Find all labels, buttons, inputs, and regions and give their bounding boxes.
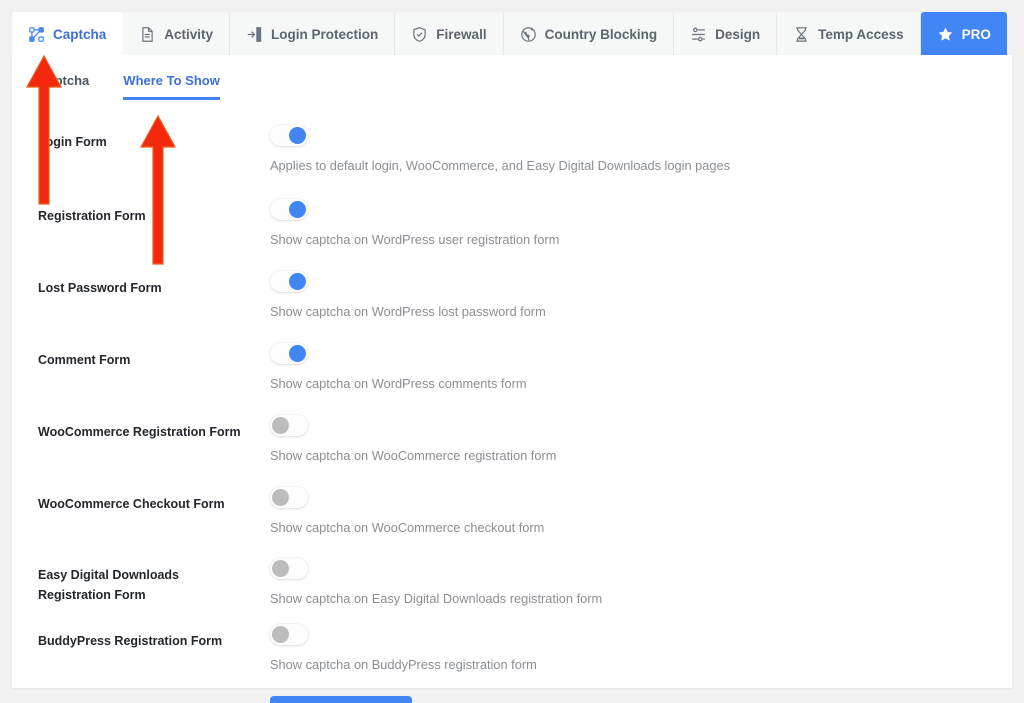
tab-label: Captcha — [53, 26, 107, 42]
setting-description: Show captcha on WooCommerce checkout for… — [270, 519, 545, 535]
tab-temp-access[interactable]: Temp Access — [777, 12, 921, 56]
setting-description: Show captcha on Easy Digital Downloads r… — [270, 591, 603, 607]
setting-description: Show captcha on WordPress user registrat… — [270, 231, 560, 247]
toggle-knob — [272, 560, 289, 578]
setting-control: Show captcha on WooCommerce registration… — [262, 414, 1012, 465]
toggle-lost-password-form[interactable] — [270, 270, 308, 292]
tab-label: Login Protection — [271, 26, 379, 42]
tab-pro[interactable]: PRO — [920, 12, 1007, 56]
sliders-icon — [690, 26, 707, 43]
globe-icon — [520, 26, 537, 43]
tab-label: Country Blocking — [544, 26, 658, 42]
settings-list: Login Form Applies to default login, Woo… — [12, 117, 1012, 703]
tab-label: Temp Access — [818, 26, 904, 42]
plugin-settings-page: Captcha Activity Login Protection Firewa… — [0, 0, 1024, 703]
setting-description: Show captcha on BuddyPress registration … — [270, 657, 537, 673]
setting-control: Show captcha on WordPress user registrat… — [262, 198, 1012, 249]
setting-description: Show captcha on WordPress lost password … — [270, 303, 546, 319]
setting-control: Show captcha on WordPress lost password … — [262, 270, 1012, 321]
tab-label: Design — [715, 26, 761, 42]
toggle-knob — [289, 127, 306, 144]
setting-label: WooCommerce Registration Form — [38, 424, 241, 439]
setting-label: Lost Password Form — [38, 280, 162, 295]
tab-login-protection[interactable]: Login Protection — [230, 12, 396, 56]
toggle-edd-registration-form[interactable] — [270, 558, 308, 580]
toggle-knob — [289, 272, 306, 290]
settings-card: Captcha Where To Show Login Form Applies… — [12, 55, 1012, 703]
tab-captcha[interactable]: Captcha — [12, 12, 124, 56]
save-row: Save Changes — [12, 696, 1012, 703]
setting-description: Show captcha on WordPress comments form — [270, 375, 527, 391]
tab-label: Firewall — [436, 26, 487, 42]
setting-row-edd-registration-form: Easy Digital Downloads Registration Form… — [12, 558, 1012, 608]
setting-row-buddypress-registration-form: BuddyPress Registration Form Show captch… — [12, 624, 1012, 674]
setting-label: Login Form — [38, 135, 107, 149]
sub-tab-bar: Captcha Where To Show — [38, 73, 220, 100]
hourglass-icon — [793, 26, 810, 43]
tab-design[interactable]: Design — [674, 12, 778, 56]
setting-control: Applies to default login, WooCommerce, a… — [262, 125, 1012, 175]
tab-activity[interactable]: Activity — [123, 12, 231, 56]
setting-control: Show captcha on Easy Digital Downloads r… — [262, 558, 1012, 608]
tab-firewall[interactable]: Firewall — [395, 12, 504, 56]
setting-label: Comment Form — [38, 352, 131, 367]
setting-description: Show captcha on WooCommerce registration… — [270, 447, 557, 463]
toggle-knob — [272, 416, 289, 434]
star-icon — [937, 26, 954, 43]
toggle-knob — [289, 344, 306, 362]
setting-label: Easy Digital Downloads Registration Form — [38, 568, 180, 602]
toggle-woocommerce-registration-form[interactable] — [270, 414, 308, 436]
toggle-buddypress-registration-form[interactable] — [270, 624, 308, 646]
toggle-knob — [272, 626, 289, 644]
setting-row-woocommerce-registration-form: WooCommerce Registration Form Show captc… — [12, 414, 1012, 465]
subtab-label: Captcha — [38, 73, 90, 88]
setting-row-comment-form: Comment Form Show captcha on WordPress c… — [12, 342, 1012, 393]
toggle-knob — [272, 488, 289, 506]
subtab-where-to-show[interactable]: Where To Show — [123, 73, 220, 100]
main-tab-bar: Captcha Activity Login Protection Firewa… — [12, 12, 1012, 56]
subtab-captcha[interactable]: Captcha — [38, 73, 89, 100]
toggle-knob — [289, 200, 306, 218]
setting-row-login-form: Login Form Applies to default login, Woo… — [12, 125, 1012, 175]
toggle-comment-form[interactable] — [270, 342, 308, 364]
captcha-nodes-icon — [28, 26, 45, 43]
tab-label: Activity — [164, 26, 214, 42]
setting-row-woocommerce-checkout-form: WooCommerce Checkout Form Show captcha o… — [12, 486, 1012, 537]
document-icon — [139, 26, 156, 43]
login-door-icon — [246, 26, 263, 43]
setting-row-registration-form: Registration Form Show captcha on WordPr… — [12, 198, 1012, 249]
toggle-registration-form[interactable] — [270, 198, 308, 220]
toggle-woocommerce-checkout-form[interactable] — [270, 486, 308, 508]
setting-description: Applies to default login, WooCommerce, a… — [270, 158, 730, 173]
setting-label: WooCommerce Checkout Form — [38, 496, 225, 511]
setting-control: Show captcha on WordPress comments form — [262, 342, 1012, 393]
setting-control: Show captcha on WooCommerce checkout for… — [262, 486, 1012, 537]
setting-row-lost-password-form: Lost Password Form Show captcha on WordP… — [12, 270, 1012, 321]
setting-control: Show captcha on BuddyPress registration … — [262, 624, 1012, 674]
setting-label: Registration Form — [38, 208, 146, 223]
tab-label: PRO — [961, 26, 991, 42]
shield-check-icon — [411, 26, 428, 43]
subtab-label: Where To Show — [123, 73, 220, 88]
tab-country-blocking[interactable]: Country Blocking — [503, 12, 675, 56]
toggle-login-form[interactable] — [270, 125, 308, 146]
setting-label: BuddyPress Registration Form — [38, 634, 223, 649]
save-changes-button[interactable]: Save Changes — [270, 696, 413, 703]
